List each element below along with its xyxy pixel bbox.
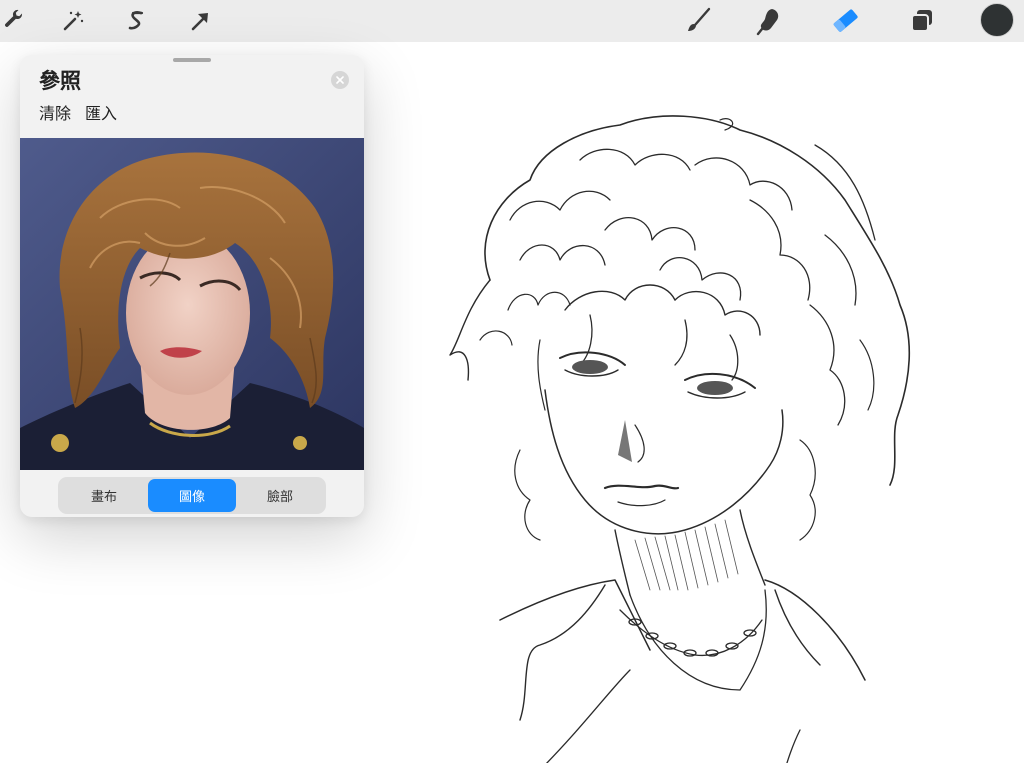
import-button[interactable]: 匯入 <box>85 100 117 124</box>
erase-button[interactable] <box>828 3 864 39</box>
panel-actions: 清除 匯入 <box>39 100 117 124</box>
reference-panel: 參照 清除 匯入 畫布 圖像 臉部 <box>20 55 364 517</box>
close-panel-button[interactable] <box>331 71 349 89</box>
reference-mode-segmented-control: 畫布 圖像 臉部 <box>58 477 326 514</box>
tab-canvas[interactable]: 畫布 <box>60 479 148 512</box>
adjustments-button[interactable] <box>55 3 91 39</box>
clear-button[interactable]: 清除 <box>39 100 71 124</box>
eraser-icon <box>833 9 858 32</box>
color-picker-swatch[interactable] <box>980 3 1014 37</box>
layers-icon <box>911 10 932 32</box>
tab-face[interactable]: 臉部 <box>236 479 324 512</box>
paint-button[interactable] <box>680 3 716 39</box>
selection-button[interactable] <box>118 3 154 39</box>
panel-title: 參照 <box>39 69 81 93</box>
smudge-icon <box>756 9 779 36</box>
wrench-icon <box>5 9 23 27</box>
transform-arrow-icon <box>191 13 208 31</box>
top-toolbar <box>0 0 1024 42</box>
actions-button[interactable] <box>0 3 32 39</box>
sketch-artwork <box>449 115 911 763</box>
tab-image[interactable]: 圖像 <box>148 479 236 512</box>
layers-button[interactable] <box>904 3 940 39</box>
reference-image <box>20 138 364 470</box>
panel-grabber[interactable] <box>173 58 211 62</box>
smudge-button[interactable] <box>752 3 788 39</box>
close-icon <box>336 76 344 84</box>
transform-button[interactable] <box>182 3 218 39</box>
selection-icon <box>128 11 144 30</box>
magic-wand-icon <box>63 11 84 31</box>
brush-icon <box>688 7 711 31</box>
